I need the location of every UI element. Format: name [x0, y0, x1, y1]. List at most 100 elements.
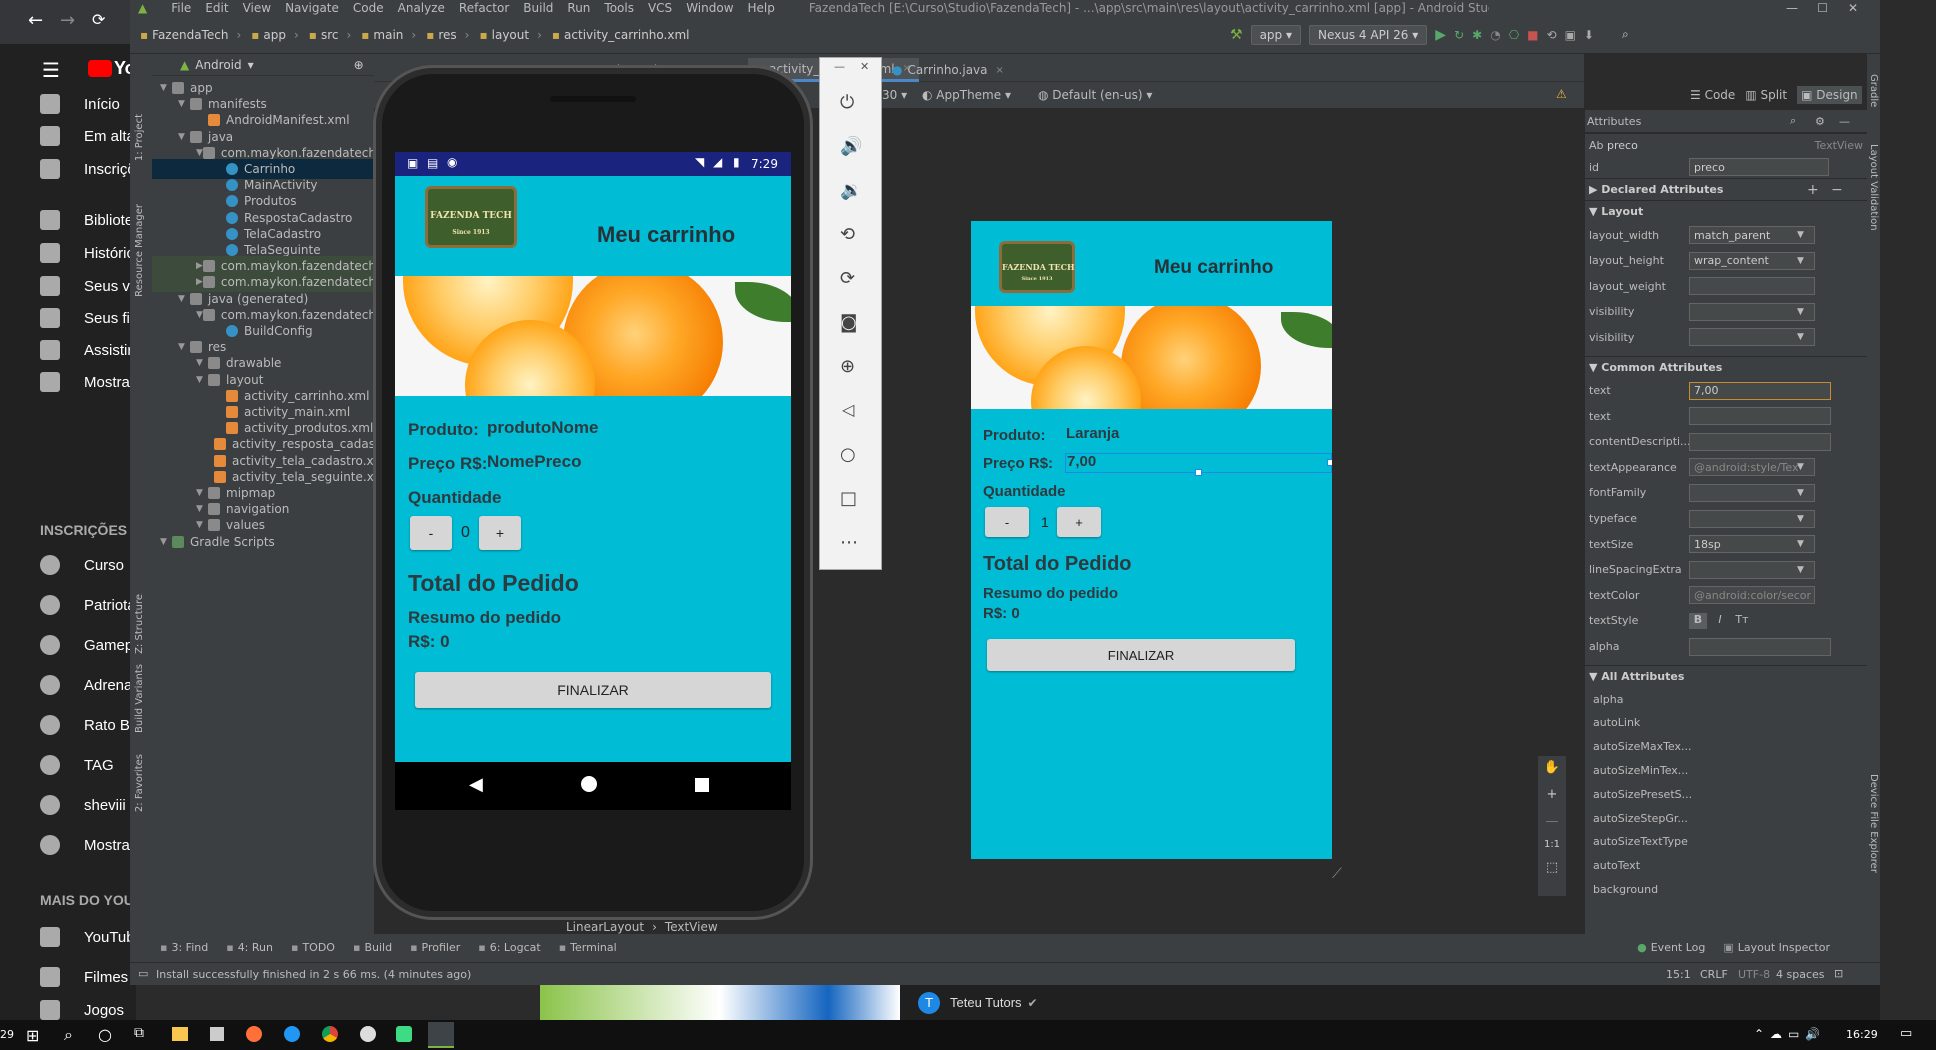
device-select[interactable]: Nexus 4 API 26 ▾	[1309, 24, 1428, 45]
tree-item[interactable]: ▼ Gradle Scripts	[152, 532, 374, 552]
dropdown-icon[interactable]: ▼	[1797, 462, 1804, 472]
yt-sub-item[interactable]: TAG	[40, 745, 136, 785]
tool-window-button[interactable]: ▪ 4: Run	[226, 941, 273, 954]
cursor-position[interactable]: 15:1	[1666, 968, 1691, 981]
nav-crumb[interactable]: ▪ app	[251, 28, 286, 42]
tool-window-button[interactable]: ▪ 3: Find	[160, 941, 208, 954]
search-taskbar-icon[interactable]: ⌕	[64, 1025, 73, 1045]
expand-arrow-icon[interactable]: ▼	[196, 504, 208, 514]
dropdown-icon[interactable]: ▼	[1797, 230, 1804, 240]
expand-arrow-icon[interactable]: ▼	[196, 375, 208, 385]
yt-nav-item[interactable]: Mostrar mais	[40, 362, 136, 402]
emulator-screen[interactable]: ▣ ▤ ◉ ◥ ◢ ▮ 7:29 FAZENDA TECH Since 1913…	[395, 152, 791, 810]
expand-arrow-icon[interactable]: ▶	[196, 261, 203, 271]
forward-icon[interactable]: →	[60, 10, 75, 31]
more-icon[interactable]: ⋯	[840, 532, 858, 553]
menu-item[interactable]: File	[171, 1, 191, 15]
resize-handle-icon[interactable]: ⟋	[1332, 866, 1342, 882]
yt-nav-item[interactable]: Inscrições	[40, 149, 136, 189]
locale-select[interactable]: ◍ Default (en-us) ▾	[1038, 88, 1152, 102]
layout-preview[interactable]: FAZENDA TECH Since 1913 Meu carrinho Pro…	[971, 221, 1332, 859]
declared-attributes-header[interactable]: ▶ Declared Attributes + −	[1585, 178, 1867, 200]
profile-icon[interactable]: ◔	[1490, 28, 1500, 42]
nav-crumb[interactable]: ▪ layout	[479, 28, 529, 42]
tool-window-button[interactable]: ▪ Profiler	[410, 941, 460, 954]
common-attributes-header[interactable]: ▼ Common Attributes	[1585, 355, 1867, 378]
attach-debugger-icon[interactable]: ⎔	[1509, 28, 1519, 42]
store-icon[interactable]	[210, 1027, 224, 1041]
search-attributes-icon[interactable]: ⌕	[1790, 114, 1796, 128]
hammer-icon[interactable]: ⚒	[1230, 27, 1243, 43]
chevron-down-icon[interactable]: ▾	[248, 58, 254, 72]
right-tool-tab[interactable]: Layout Validation	[1868, 144, 1879, 231]
minimize-icon[interactable]: —	[1786, 1, 1798, 15]
expand-arrow-icon[interactable]: ▼	[178, 99, 190, 109]
pan-icon[interactable]: ✋	[1538, 760, 1566, 775]
tool-window-button[interactable]: ▪ Terminal	[559, 941, 617, 954]
zoom-icon[interactable]: ⊕	[840, 356, 855, 377]
close-emulator-icon[interactable]: ✕	[860, 60, 869, 73]
expand-arrow-icon[interactable]: ▼	[196, 358, 208, 368]
avd-manager-icon[interactable]: ▣	[1565, 28, 1576, 42]
expand-arrow-icon[interactable]: ▼	[178, 294, 190, 304]
menu-item[interactable]: Code	[353, 1, 384, 15]
rotate-left-icon[interactable]: ⟲	[840, 224, 855, 245]
notifications-icon[interactable]: ▭	[1900, 1026, 1912, 1041]
all-caps-icon[interactable]: Tт	[1733, 613, 1751, 629]
id-field[interactable]: preco	[1689, 158, 1829, 176]
api-level-select[interactable]: 30 ▾	[882, 88, 907, 102]
run-config-select[interactable]: app ▾	[1250, 24, 1301, 45]
dropdown-icon[interactable]: ▼	[1797, 539, 1804, 549]
attr-value-field[interactable]	[1689, 277, 1815, 295]
menu-item[interactable]: Tools	[604, 1, 634, 15]
maximize-icon[interactable]: ☐	[1817, 1, 1828, 15]
attr-value-field[interactable]	[1689, 432, 1831, 451]
minus-button[interactable]: -	[410, 516, 452, 550]
split-mode-button[interactable]: ▥ Split	[1745, 88, 1787, 102]
preview-minus-button[interactable]: -	[985, 507, 1029, 537]
menu-item[interactable]: Build	[523, 1, 553, 15]
selection-handle[interactable]	[1195, 469, 1202, 476]
finalizar-button[interactable]: FINALIZAR	[415, 672, 771, 708]
italic-icon[interactable]: I	[1711, 613, 1729, 629]
left-tool-tab[interactable]: 2: Favorites	[134, 754, 145, 812]
yt-sub-item[interactable]: Gamepl	[40, 625, 136, 665]
left-tool-tab[interactable]: Z: Structure	[134, 594, 145, 654]
code-mode-button[interactable]: ☰ Code	[1690, 88, 1735, 102]
home-icon[interactable]: ○	[840, 444, 856, 465]
zoom-actual-icon[interactable]: 1:1	[1538, 839, 1566, 850]
warning-icon[interactable]: ⚠	[1556, 87, 1567, 101]
expand-arrow-icon[interactable]: ▼	[196, 520, 208, 530]
tool-window-button[interactable]: ● Event Log	[1637, 941, 1705, 954]
yt-more-item[interactable]: YouTube	[40, 917, 136, 957]
hamburger-icon[interactable]: ☰	[42, 58, 60, 82]
menu-item[interactable]: Run	[567, 1, 590, 15]
yt-sub-item[interactable]: Mostrar	[40, 825, 136, 865]
attr-value-field[interactable]	[1689, 637, 1831, 656]
left-tool-tab[interactable]: Resource Manager	[134, 204, 145, 297]
yt-sub-item[interactable]: Patriota	[40, 585, 136, 625]
nav-crumb[interactable]: ▪ main	[361, 28, 403, 42]
design-mode-button[interactable]: ▣ Design	[1797, 86, 1862, 104]
debug-icon[interactable]: ✱	[1472, 28, 1482, 42]
tool-window-button[interactable]: ▪ TODO	[291, 941, 335, 954]
nav-crumb[interactable]: ▪ activity_carrinho.xml	[552, 28, 690, 42]
video-thumbnail[interactable]	[540, 985, 900, 1020]
edge-icon[interactable]	[284, 1026, 300, 1042]
add-attribute-icon[interactable]: +	[1807, 182, 1819, 198]
app-icon[interactable]	[396, 1026, 412, 1042]
firefox-icon[interactable]	[246, 1026, 262, 1042]
locate-icon[interactable]: ⊕	[354, 58, 364, 72]
dropdown-icon[interactable]: ▼	[1797, 307, 1804, 317]
menu-item[interactable]: Navigate	[285, 1, 339, 15]
nav-crumb[interactable]: ▪ src	[309, 28, 339, 42]
yt-sub-item[interactable]: Curso	[40, 545, 136, 585]
project-view-select[interactable]: Android	[195, 58, 241, 72]
zoom-in-icon[interactable]: +	[1538, 787, 1566, 802]
menu-item[interactable]: Analyze	[398, 1, 445, 15]
expand-arrow-icon[interactable]: ▼	[196, 148, 203, 158]
windows-start-icon[interactable]: ⊞	[26, 1026, 39, 1045]
home-nav-icon[interactable]	[581, 776, 597, 792]
preview-produto-value[interactable]: Laranja	[1066, 425, 1119, 442]
expand-arrow-icon[interactable]: ▼	[160, 83, 172, 93]
